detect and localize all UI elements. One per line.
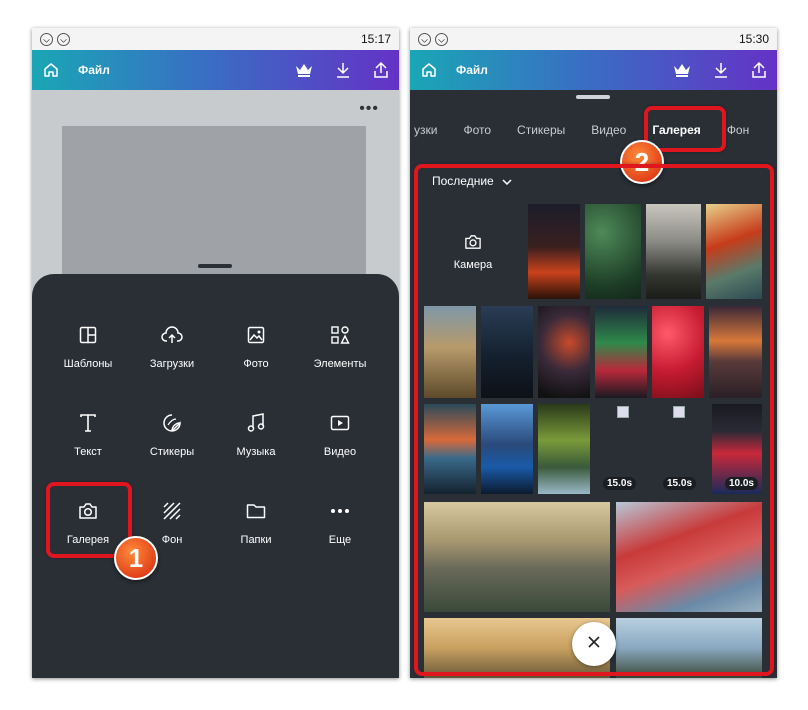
tool-text[interactable]: Текст xyxy=(46,406,130,494)
left-phone-screen: 15:17 Файл ••• Шаблоны Загрузки Фото Эле… xyxy=(32,28,399,678)
tool-video[interactable]: Видео xyxy=(298,406,382,494)
highlight-gallery-grid xyxy=(414,164,774,676)
tool-label: Текст xyxy=(74,446,102,458)
status-bar: 15:30 xyxy=(410,28,777,50)
music-icon xyxy=(243,410,269,436)
download-icon[interactable] xyxy=(335,62,351,78)
tool-more[interactable]: Еще xyxy=(298,494,382,582)
tool-label: Еще xyxy=(328,534,352,546)
tool-elements[interactable]: Элементы xyxy=(298,318,382,406)
right-phone-screen: 15:30 Файл узки Фото Стикеры Видео Галер… xyxy=(410,28,777,678)
app-topbar: Файл xyxy=(410,50,777,90)
home-icon[interactable] xyxy=(42,61,60,79)
more-icon xyxy=(327,498,353,524)
tool-label: Элементы xyxy=(313,358,367,370)
step-badge-1: 1 xyxy=(114,536,158,580)
tool-label: Видео xyxy=(323,446,357,458)
tool-music[interactable]: Музыка xyxy=(214,406,298,494)
viber-icon xyxy=(40,32,53,46)
templates-icon xyxy=(75,322,101,348)
status-bar: 15:17 xyxy=(32,28,399,50)
tool-label: Шаблоны xyxy=(63,358,113,370)
sheet-drag-handle[interactable] xyxy=(198,264,232,268)
page-options-button[interactable]: ••• xyxy=(359,100,379,118)
share-icon[interactable] xyxy=(751,62,767,78)
background-icon xyxy=(159,498,185,524)
home-icon[interactable] xyxy=(420,61,438,79)
folder-icon xyxy=(243,498,269,524)
tool-label: Стикеры xyxy=(149,446,195,458)
tab-background[interactable]: Фон xyxy=(727,123,749,137)
close-button[interactable] xyxy=(572,622,616,666)
file-menu[interactable]: Файл xyxy=(78,63,110,77)
download-icon[interactable] xyxy=(713,62,729,78)
crown-icon[interactable] xyxy=(673,63,691,77)
elements-icon xyxy=(327,322,353,348)
tab-photo[interactable]: Фото xyxy=(463,123,491,137)
tool-label: Папки xyxy=(240,534,272,546)
viber-icon xyxy=(435,32,448,46)
tool-label: Загрузки xyxy=(149,358,195,370)
tool-templates[interactable]: Шаблоны xyxy=(46,318,130,406)
text-icon xyxy=(75,410,101,436)
status-time: 15:17 xyxy=(360,32,391,46)
tool-label: Фон xyxy=(161,534,183,546)
tool-uploads[interactable]: Загрузки xyxy=(130,318,214,406)
tool-label: Музыка xyxy=(236,446,276,458)
tool-folders[interactable]: Папки xyxy=(214,494,298,582)
crown-icon[interactable] xyxy=(295,63,313,77)
tab-stickers[interactable]: Стикеры xyxy=(517,123,565,137)
tab-uploads[interactable]: узки xyxy=(414,123,437,137)
video-icon xyxy=(327,410,353,436)
close-icon xyxy=(588,635,600,653)
tool-stickers[interactable]: Стикеры xyxy=(130,406,214,494)
sticker-icon xyxy=(159,410,185,436)
share-icon[interactable] xyxy=(373,62,389,78)
viber-icon xyxy=(418,32,431,46)
tool-label: Фото xyxy=(243,358,269,370)
tab-video[interactable]: Видео xyxy=(591,123,626,137)
tool-photo[interactable]: Фото xyxy=(214,318,298,406)
app-topbar: Файл xyxy=(32,50,399,90)
viber-icon xyxy=(57,32,70,46)
upload-cloud-icon xyxy=(159,322,185,348)
status-time: 15:30 xyxy=(738,32,769,46)
photo-icon xyxy=(243,322,269,348)
file-menu[interactable]: Файл xyxy=(456,63,488,77)
sheet-drag-handle[interactable] xyxy=(576,95,610,99)
